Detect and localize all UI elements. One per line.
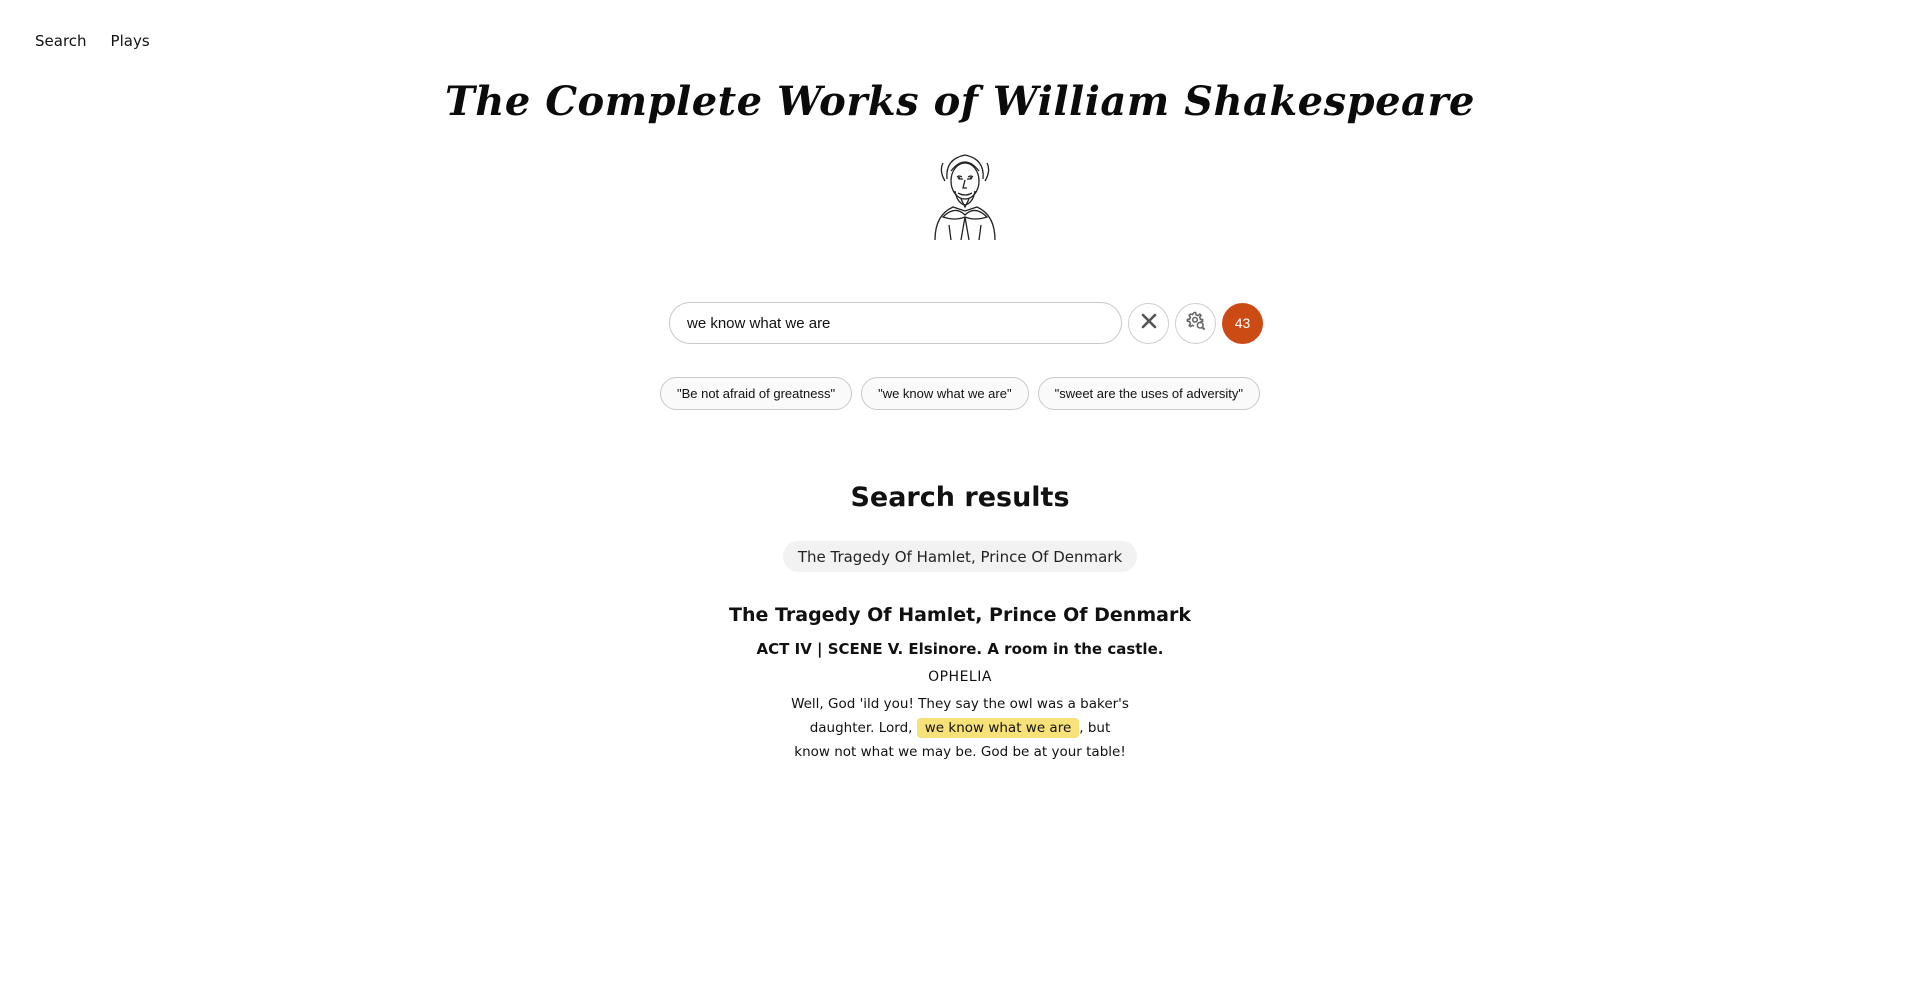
result-scene: ACT IV | SCENE V. Elsinore. A room in th… — [756, 640, 1164, 658]
suggestion-chip[interactable]: "sweet are the uses of adversity" — [1037, 377, 1261, 410]
search-settings-button[interactable] — [1175, 302, 1216, 344]
result-passage: Well, God 'ild you! They say the owl was… — [790, 692, 1130, 764]
clear-search-button[interactable] — [1128, 302, 1169, 344]
top-nav: Search Plays — [35, 32, 150, 50]
play-filter-group: The Tragedy Of Hamlet, Prince Of Denmark — [0, 541, 1920, 572]
results-heading: Search results — [850, 482, 1070, 513]
search-input[interactable] — [669, 302, 1122, 344]
shakespeare-portrait-icon — [925, 145, 1005, 241]
nav-search-link[interactable]: Search — [35, 32, 87, 50]
result-speaker: OPHELIA — [928, 669, 992, 685]
result-play-title: The Tragedy Of Hamlet, Prince Of Denmark — [729, 604, 1191, 626]
suggestion-chips: "Be not afraid of greatness" "we know wh… — [0, 377, 1920, 410]
search-settings-icon — [1186, 311, 1206, 335]
passage-highlight: we know what we are — [916, 718, 1080, 738]
suggestion-chip[interactable]: "we know what we are" — [861, 377, 1029, 410]
play-filter-chip[interactable]: The Tragedy Of Hamlet, Prince Of Denmark — [782, 541, 1138, 572]
search-result: The Tragedy Of Hamlet, Prince Of Denmark… — [0, 604, 1920, 764]
page-title: The Complete Works of William Shakespear… — [444, 78, 1475, 125]
close-icon — [1141, 313, 1157, 333]
nav-plays-link[interactable]: Plays — [111, 32, 150, 50]
suggestion-chip[interactable]: "Be not afraid of greatness" — [659, 377, 853, 410]
result-count-badge: 43 — [1222, 302, 1263, 344]
search-bar: 43 — [669, 302, 1263, 344]
